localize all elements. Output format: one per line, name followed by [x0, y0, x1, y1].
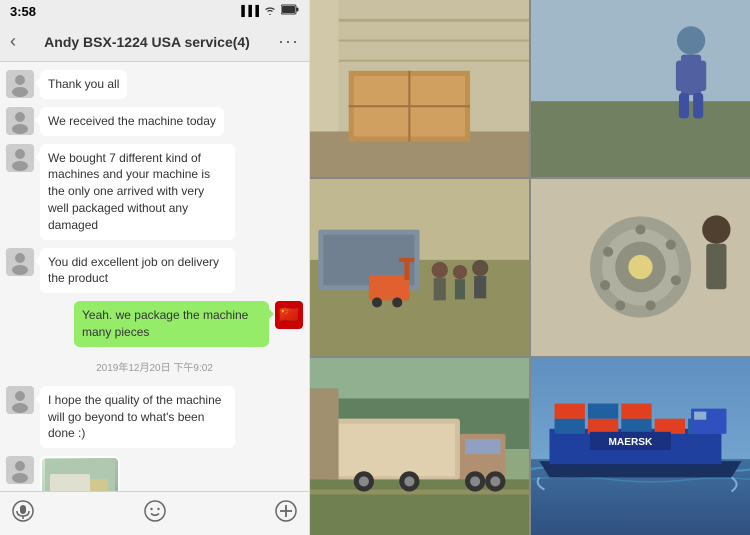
voice-icon[interactable]: [12, 500, 34, 528]
avatar: [6, 144, 34, 172]
avatar: [6, 107, 34, 135]
signal-icon: ▐▐▐: [238, 6, 259, 17]
photo-truck-dock: [310, 358, 529, 535]
photo-panel: MAERSK: [310, 0, 750, 535]
avatar: [6, 248, 34, 276]
message-row: I hope the quality of the machine will g…: [6, 386, 303, 448]
message-row: Thank you all: [6, 70, 303, 99]
status-bar: 3:58 ▐▐▐: [0, 0, 309, 22]
emoji-icon[interactable]: [144, 500, 166, 528]
status-time: 3:58: [10, 4, 36, 19]
chat-bottom-bar: [0, 491, 309, 535]
message-bubble: We received the machine today: [40, 107, 224, 136]
message-row-sent: 🇨🇳 Yeah. we package the machine many pie…: [6, 301, 303, 347]
message-row-image: [6, 456, 303, 491]
avatar-china: 🇨🇳: [275, 301, 303, 329]
message-bubble: We bought 7 different kind of machines a…: [40, 144, 235, 240]
more-button[interactable]: ···: [278, 31, 299, 52]
message-bubble: Thank you all: [40, 70, 127, 99]
photo-detail-closeup: [531, 179, 750, 356]
timestamp: 2019年12月20日 下午9:02: [6, 359, 303, 374]
chat-image: [42, 458, 118, 491]
avatar: [6, 386, 34, 414]
svg-text:MAERSK: MAERSK: [608, 437, 653, 448]
message-row: We received the machine today: [6, 107, 303, 136]
avatar: [6, 456, 34, 484]
photo-worker-ropes: [531, 0, 750, 177]
message-row: We bought 7 different kind of machines a…: [6, 144, 303, 240]
message-row: You did excellent job on delivery the pr…: [6, 248, 303, 294]
avatar: [6, 70, 34, 98]
chat-panel: 3:58 ▐▐▐ ‹ Andy BSX-1224 USA service: [0, 0, 310, 535]
photo-container-interior: [310, 0, 529, 177]
add-icon[interactable]: [275, 500, 297, 528]
photo-loading-workers: [310, 179, 529, 356]
chat-title: Andy BSX-1224 USA service(4): [16, 34, 278, 50]
battery-icon: [281, 4, 299, 18]
chat-header: ‹ Andy BSX-1224 USA service(4) ···: [0, 22, 309, 62]
messages-area: Thank you all We received the machine to…: [0, 62, 309, 491]
message-bubble-sent: Yeah. we package the machine many pieces: [74, 301, 269, 347]
message-bubble: I hope the quality of the machine will g…: [40, 386, 235, 448]
photo-maersk-ship: MAERSK: [531, 358, 750, 535]
image-bubble[interactable]: [40, 456, 120, 491]
status-icons: ▐▐▐: [238, 4, 299, 19]
message-bubble: You did excellent job on delivery the pr…: [40, 248, 235, 294]
wifi-icon: [263, 4, 277, 19]
